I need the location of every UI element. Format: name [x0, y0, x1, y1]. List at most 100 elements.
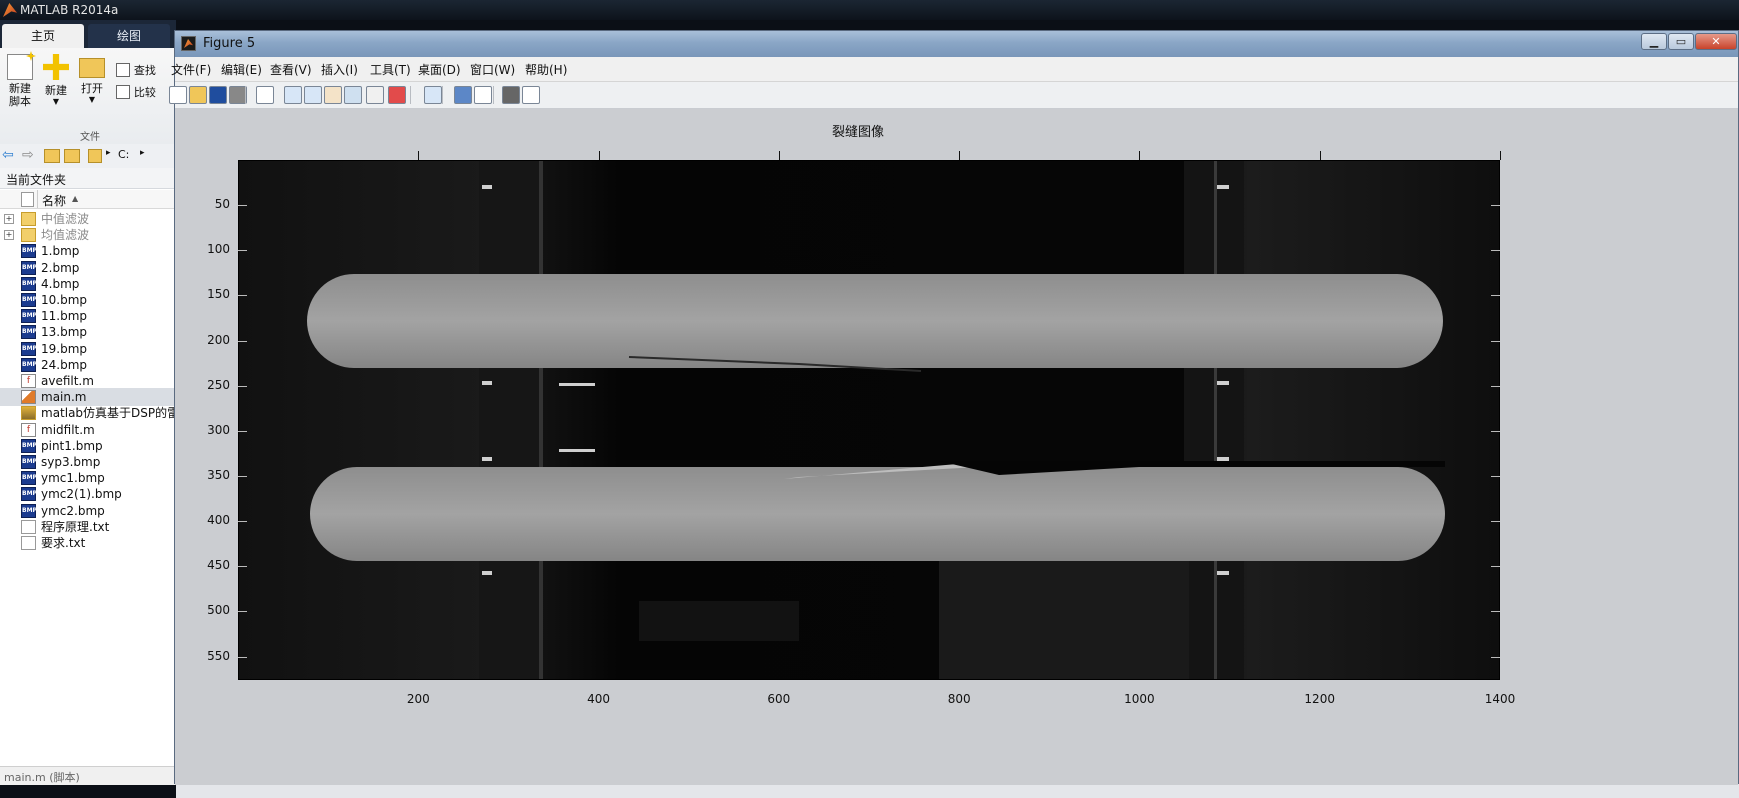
toolbar-separator [493, 86, 494, 104]
y-tick-label: 550 [207, 648, 230, 663]
file-type-column-icon [21, 192, 34, 207]
matlab-window-title: MATLAB R2014a [20, 3, 119, 17]
figure-titlebar[interactable]: Figure 5 ▁ ▭ ✕ [175, 31, 1738, 57]
find-files-button[interactable]: 查找 [116, 62, 156, 78]
rotate-icon[interactable] [344, 86, 362, 104]
new-button[interactable]: 新建 ▼ [38, 54, 74, 106]
crack-image [239, 161, 1499, 679]
y-tick-mark [238, 566, 247, 568]
hide-plot-tools-icon[interactable] [502, 86, 520, 104]
y-tick-mark [238, 385, 247, 387]
new-script-button[interactable]: 新建 脚本 [2, 51, 38, 108]
zoom-in-icon[interactable] [284, 86, 302, 104]
menu-1[interactable]: 编辑(E) [221, 61, 262, 78]
x-tick-label: 400 [587, 692, 611, 706]
expand-icon[interactable]: + [4, 214, 14, 224]
forward-arrow-icon[interactable]: ⇨ [22, 148, 34, 162]
close-button[interactable]: ✕ [1695, 33, 1737, 50]
menu-4[interactable]: 工具(T) [370, 61, 411, 78]
browse-folder-icon[interactable] [64, 149, 80, 163]
path-separator-icon: ▸ [106, 148, 111, 158]
y-tick-mark [1491, 340, 1500, 342]
bmp-file-icon: BMP [21, 260, 37, 275]
matlab-titlebar: MATLAB R2014a [0, 0, 1739, 20]
menu-7[interactable]: 帮助(H) [525, 61, 567, 78]
path-folder-icon [88, 149, 102, 163]
new-plus-icon [43, 54, 69, 80]
lower-bracket [639, 601, 799, 641]
ribbon-tabs: 主页 绘图 [0, 20, 176, 48]
show-plot-tools-icon[interactable] [522, 86, 540, 104]
y-tick-label: 250 [207, 377, 230, 392]
menu-6[interactable]: 窗口(W) [470, 61, 515, 78]
bmp-file-icon: BMP [21, 293, 37, 307]
menu-3[interactable]: 插入(I) [321, 61, 358, 78]
tab-plots[interactable]: 绘图 [88, 24, 170, 48]
bmp-file-icon: BMP [21, 455, 37, 469]
y-tick-label: 400 [207, 513, 230, 528]
x-tick-mark [778, 151, 780, 160]
address-bar: ⇦ ⇨ ▸ C: ▸ [0, 144, 176, 169]
menu-2[interactable]: 查看(V) [270, 61, 312, 78]
x-tick-label: 600 [767, 692, 791, 706]
zoom-out-icon[interactable] [304, 86, 322, 104]
colorbar-icon[interactable] [454, 86, 472, 104]
save-icon[interactable] [209, 86, 227, 104]
figure-window: Figure 5 ▁ ▭ ✕ 文件(F) 编辑(E) 查看(V) 插入(I) 工具(T)… [169, 30, 1739, 785]
bmp-file-icon: BMP [21, 325, 37, 340]
y-tick-mark [1491, 430, 1500, 432]
file-list-item[interactable]: 要求.txt [0, 534, 176, 552]
up-folder-icon[interactable] [44, 149, 60, 163]
pointer-icon[interactable] [256, 86, 274, 104]
path-separator-icon: ▸ [140, 148, 145, 158]
bmp-file-icon: BMP [21, 244, 37, 259]
m-file-icon: f [21, 374, 36, 388]
menu-0[interactable]: 文件(F) [171, 61, 211, 78]
legend-icon[interactable] [474, 86, 492, 104]
file-list-column-header[interactable]: 名称 ▲ [0, 190, 176, 209]
compare-button[interactable]: 比较 [116, 84, 156, 100]
back-arrow-icon[interactable]: ⇦ [2, 148, 14, 162]
x-tick-mark [1500, 151, 1501, 160]
open-button[interactable]: 打开 ▼ [74, 54, 110, 104]
y-tick-mark [1491, 656, 1500, 658]
open-file-icon[interactable] [189, 86, 207, 104]
path-drive[interactable]: C: [118, 148, 129, 161]
text-file-icon [21, 519, 36, 534]
bmp-file-icon: BMP [21, 357, 37, 372]
matlab-logo-icon [3, 3, 17, 17]
x-tick-mark [1319, 151, 1321, 160]
new-figure-icon[interactable] [169, 86, 187, 104]
menu-5[interactable]: 桌面(D) [418, 61, 461, 78]
pan-hand-icon[interactable] [324, 86, 342, 104]
x-tick-label: 1000 [1124, 692, 1155, 706]
name-column-label[interactable]: 名称 [42, 192, 66, 209]
lower-stick [310, 467, 1445, 561]
file-name: 要求.txt [41, 536, 86, 550]
maximize-button[interactable]: ▭ [1668, 33, 1694, 50]
new-dropdown-icon: ▼ [52, 97, 60, 106]
link-plot-icon[interactable] [424, 86, 442, 104]
bmp-file-icon: BMP [21, 438, 37, 453]
bmp-file-icon: BMP [21, 503, 37, 518]
data-cursor-icon[interactable] [366, 86, 384, 104]
current-folder-panel: 当前文件夹 名称 ▲ + 中值滤波 + 均值滤波 BMP 1.bmp BMP 2.bmp BMP… [0, 168, 176, 768]
compare-icon [116, 85, 130, 99]
new-script-icon [7, 51, 36, 80]
tab-home[interactable]: 主页 [2, 24, 84, 48]
x-tick-label: 800 [947, 692, 971, 706]
image-axes[interactable] [238, 160, 1500, 680]
compare-label: 比较 [133, 86, 156, 99]
y-tick-mark [238, 475, 247, 477]
minimize-button[interactable]: ▁ [1641, 33, 1667, 50]
open-dropdown-icon: ▼ [88, 95, 96, 104]
expand-icon[interactable]: + [4, 230, 14, 241]
y-tick-mark [238, 521, 247, 523]
brush-icon[interactable] [388, 86, 406, 104]
left-rail-edge [539, 161, 543, 679]
y-tick-mark [238, 295, 247, 297]
lower-structure [939, 561, 1189, 679]
ribbon-toolstrip: 新建 脚本 新建 ▼ 打开 ▼ 查找 比较 文件 [0, 48, 176, 145]
find-files-label: 查找 [133, 64, 156, 77]
toolbar-separator [245, 86, 246, 104]
